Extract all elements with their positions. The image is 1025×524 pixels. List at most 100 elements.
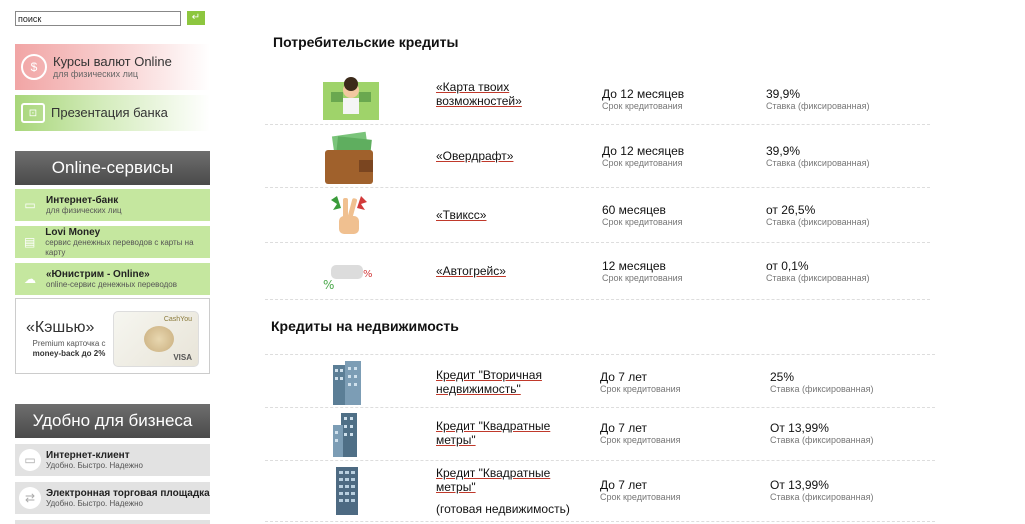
credit-link-line1: Кредит "Квадратные — [436, 466, 551, 480]
business-internet-client[interactable]: ▭ Интернет-клиент Удобно. Быстро. Надежн… — [15, 444, 210, 476]
skyscraper-icon — [333, 465, 361, 515]
credit-link[interactable]: «Карта твоих возможностей» — [436, 80, 556, 108]
service-title: Электронная торговая площадка — [46, 487, 210, 499]
credit-link-line2: недвижимость" — [436, 382, 521, 396]
credit-rate: 39,9% — [766, 144, 801, 158]
credit-term: До 12 месяцев — [602, 87, 685, 101]
building-icon — [331, 359, 363, 405]
cashback-text: Premium карточка с money-back до 2% — [29, 339, 109, 359]
credit-row: Кредит "Вторичная недвижимость" До 7 лет… — [265, 355, 935, 408]
percent-car-icon: %% — [323, 259, 375, 293]
credit-row: Кредит "Квадратные метры" (готовая недви… — [265, 461, 935, 522]
service-title: «Юнистрим - Online» — [46, 268, 150, 280]
service-subtitle: Удобно. Быстро. Надежно — [46, 460, 143, 470]
promo-subtitle: для физических лиц — [53, 69, 139, 79]
business-e-trading[interactable]: ⇄ Электронная торговая площадка Удобно. … — [15, 482, 210, 514]
service-unistream-online[interactable]: ☁ «Юнистрим - Online» online-сервис дене… — [15, 263, 210, 295]
cashback-line1: Premium карточка с — [32, 339, 106, 348]
card-transfer-icon: ▤ — [23, 235, 36, 249]
presentation-board-icon: ⊡ — [21, 103, 45, 123]
credit-rate: от 26,5% — [766, 203, 816, 217]
cashback-line2: money-back до 2% — [32, 349, 106, 358]
credit-term-label: Срок кредитования — [602, 158, 683, 168]
credit-link[interactable]: Кредит "Квадратные метры" — [436, 466, 550, 494]
service-lovi-money[interactable]: ▤ Lovi Money сервис денежных переводов с… — [15, 226, 210, 258]
credit-rate-label: Ставка (фиксированная) — [766, 101, 870, 111]
credit-rate-label: Ставка (фиксированная) — [770, 384, 874, 394]
credit-rate-label: Ставка (фиксированная) — [766, 217, 870, 227]
service-title: Lovi Money — [45, 226, 101, 238]
credit-link[interactable]: «Овердрафт» — [436, 149, 513, 163]
currency-coin-icon: $ — [21, 54, 47, 80]
credit-link-line2: метры" — [436, 433, 476, 447]
credit-row: «Овердрафт» До 12 месяцев Срок кредитова… — [265, 125, 930, 188]
credit-rate: От 13,99% — [770, 478, 829, 492]
promo-currency-rates[interactable]: $ Курсы валют Online для физических лиц — [15, 44, 210, 90]
credit-rate: 39,9% — [766, 87, 801, 101]
credit-rate: От 13,99% — [770, 421, 829, 435]
credit-term: 60 месяцев — [602, 203, 666, 217]
coins-icon — [144, 326, 174, 352]
service-subtitle: для физических лиц — [46, 205, 122, 215]
cashback-card-banner[interactable]: «Кэшью» Premium карточка с money-back до… — [15, 298, 210, 374]
credit-term-label: Срок кредитования — [602, 217, 683, 227]
credit-row: Кредит "Квадратные метры" До 7 лет Срок … — [265, 408, 935, 461]
svg-text:%: % — [323, 278, 334, 292]
business-item-partial — [15, 520, 210, 524]
service-title: Интернет-банк — [46, 194, 119, 206]
credit-link-line1: Кредит "Квадратные — [436, 419, 551, 433]
consumer-credits-heading: Потребительские кредиты — [273, 34, 459, 50]
service-subtitle: online-сервис денежных переводов — [46, 279, 177, 289]
credit-term: До 7 лет — [600, 478, 648, 492]
credit-row: «Карта твоих возможностей» До 12 месяцев… — [265, 66, 930, 125]
service-subtitle: сервис денежных переводов с карты на кар… — [45, 237, 194, 257]
monitor-icon: ▭ — [19, 449, 41, 471]
credit-term: До 12 месяцев — [602, 144, 685, 158]
credit-rate-label: Ставка (фиксированная) — [766, 273, 870, 283]
credit-rate: 25% — [770, 370, 795, 384]
credit-link[interactable]: «Автогрейс» — [436, 264, 506, 278]
promo-title: Презентация банка — [51, 105, 168, 120]
svg-text:%: % — [363, 269, 373, 280]
credit-rate-label: Ставка (фиксированная) — [766, 158, 870, 168]
credit-term: До 7 лет — [600, 421, 648, 435]
cashback-card-image: CashYou VISA — [113, 311, 199, 367]
realty-credits-heading: Кредиты на недвижимость — [271, 318, 459, 334]
credit-link[interactable]: Кредит "Вторичная недвижимость" — [436, 368, 542, 396]
credit-term-label: Срок кредитования — [600, 435, 681, 445]
service-internet-bank[interactable]: ▭ Интернет-банк для физических лиц — [15, 189, 210, 221]
card-network: VISA — [173, 353, 192, 362]
credit-term: До 7 лет — [600, 370, 648, 384]
promo-bank-presentation[interactable]: ⊡ Презентация банка — [15, 95, 210, 131]
credit-rate: от 0,1% — [766, 259, 809, 273]
service-subtitle: Удобно. Быстро. Надежно — [46, 498, 143, 508]
search-submit-button[interactable]: ↵ — [187, 11, 205, 25]
credit-link-line1: Кредит "Вторичная — [436, 368, 542, 382]
business-header: Удобно для бизнеса — [15, 404, 210, 438]
service-title: Интернет-клиент — [46, 449, 130, 461]
victory-hand-icon — [327, 192, 371, 240]
credit-row: %% «Автогрейс» 12 месяцев Срок кредитова… — [265, 243, 930, 300]
coin-exchange-icon: ⇄ — [19, 487, 41, 509]
credit-row: «Твикcс» 60 месяцев Срок кредитования от… — [265, 188, 930, 243]
wallet-icon — [321, 130, 377, 186]
search-input[interactable] — [15, 11, 181, 26]
promo-title: Курсы валют Online — [53, 54, 172, 69]
credit-term-label: Срок кредитования — [602, 273, 683, 283]
cloud-transfer-icon: ☁ — [24, 272, 36, 286]
credit-link[interactable]: Кредит "Квадратные метры" — [436, 419, 550, 447]
credit-note: (готовая недвижимость) — [436, 502, 570, 516]
credit-rate-label: Ставка (фиксированная) — [770, 435, 874, 445]
credit-term-label: Срок кредитования — [602, 101, 683, 111]
credit-term-label: Срок кредитования — [600, 384, 681, 394]
credit-link[interactable]: «Твикcс» — [436, 208, 486, 222]
happy-man-icon — [321, 72, 381, 122]
card-brand: CashYou — [163, 316, 192, 323]
cashback-title: «Кэшью» — [26, 319, 95, 336]
online-services-header: Online-сервисы — [15, 151, 210, 185]
credit-term-label: Срок кредитования — [600, 492, 681, 502]
tower-icon — [331, 411, 363, 457]
credit-term: 12 месяцев — [602, 259, 666, 273]
enter-arrow-icon: ↵ — [191, 12, 201, 23]
credit-link-line2: метры" — [436, 480, 476, 494]
